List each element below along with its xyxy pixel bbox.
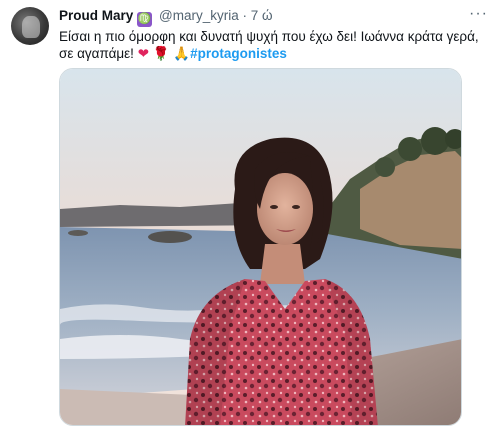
tweet-card[interactable]: Proud Mary ♍ @mary_kyria · 7 ώ ··· Είσαι … xyxy=(0,0,502,426)
profile-avatar[interactable] xyxy=(11,7,49,45)
more-options-icon[interactable]: ··· xyxy=(469,5,488,23)
tweet-header: Proud Mary ♍ @mary_kyria · 7 ώ xyxy=(59,8,489,27)
separator-dot: · xyxy=(242,8,248,23)
tweet-text: Είσαι η πιο όμορφη και δυνατή ψυχή που έ… xyxy=(59,28,479,62)
tweet-media-image[interactable] xyxy=(59,68,462,426)
hashtag-link[interactable]: #protagonistes xyxy=(190,46,287,61)
user-handle[interactable]: @mary_kyria xyxy=(159,8,239,23)
beach-portrait-photo xyxy=(60,69,461,425)
display-name[interactable]: Proud Mary xyxy=(59,8,133,23)
avatar-silhouette xyxy=(22,16,40,38)
pray-emoji: 🙏 xyxy=(173,46,191,61)
virgo-icon: ♍ xyxy=(137,12,153,27)
heart-emoji: ❤ xyxy=(137,46,150,61)
timestamp[interactable]: 7 ώ xyxy=(251,8,273,23)
rose-emoji: 🌹 xyxy=(152,46,170,61)
